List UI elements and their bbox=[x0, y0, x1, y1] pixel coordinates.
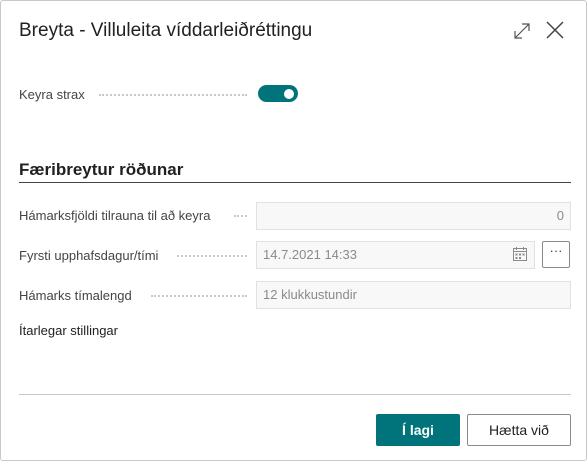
max-duration-label: Hámarks tímalengd bbox=[19, 288, 132, 303]
ok-button[interactable]: Í lagi bbox=[376, 414, 460, 446]
first-start-field[interactable]: 14.7.2021 14:33 bbox=[256, 241, 535, 269]
footer-divider bbox=[19, 394, 571, 395]
leader-dots bbox=[177, 255, 247, 257]
section-title: Færibreytur röðunar bbox=[19, 160, 184, 179]
dialog: Breyta - Villuleita víddarleiðréttingu K… bbox=[0, 0, 587, 461]
section-divider bbox=[19, 182, 571, 183]
max-attempts-field[interactable]: 0 bbox=[256, 202, 571, 230]
max-attempts-label: Hámarksfjöldi tilrauna til að keyra bbox=[19, 208, 211, 223]
calendar-icon[interactable] bbox=[513, 247, 527, 261]
first-start-label: Fyrsti upphafsdagur/tími bbox=[19, 248, 159, 263]
expand-icon[interactable] bbox=[511, 20, 533, 42]
dialog-title: Breyta - Villuleita víddarleiðréttingu bbox=[19, 20, 313, 41]
cancel-button[interactable]: Hætta við bbox=[467, 414, 571, 446]
advanced-settings-link[interactable]: Ítarlegar stillingar bbox=[19, 323, 118, 338]
run-now-toggle[interactable] bbox=[258, 85, 298, 102]
close-icon[interactable] bbox=[544, 19, 566, 41]
leader-dots bbox=[99, 94, 247, 96]
more-options-button[interactable]: ··· bbox=[542, 241, 570, 268]
toggle-knob bbox=[284, 88, 294, 99]
run-now-label: Keyra strax bbox=[19, 87, 85, 102]
leader-dots bbox=[234, 215, 247, 217]
max-duration-field[interactable]: 12 klukkustundir bbox=[256, 281, 571, 309]
leader-dots bbox=[151, 295, 247, 297]
